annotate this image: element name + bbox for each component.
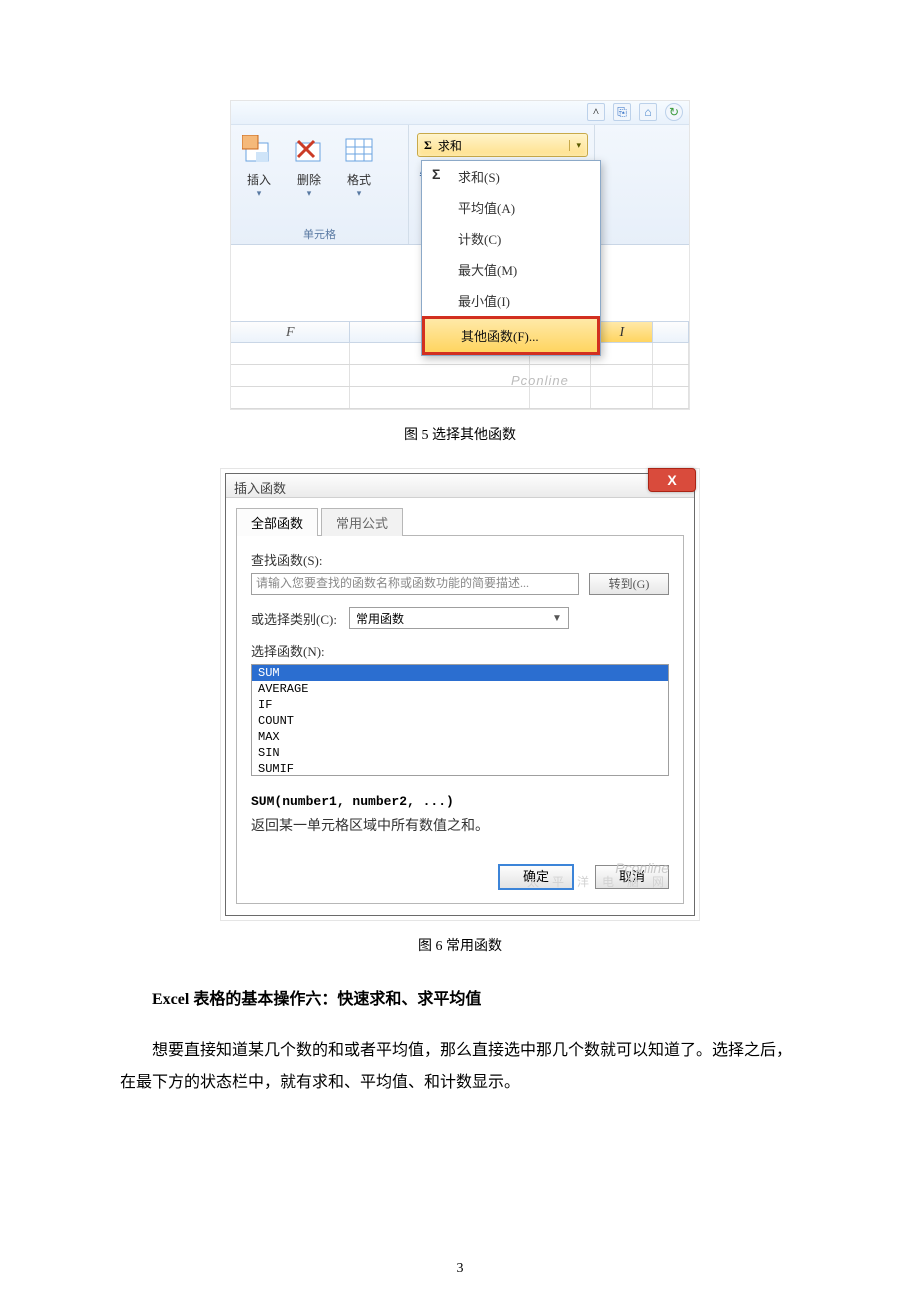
refresh-icon: ↻ bbox=[665, 103, 683, 121]
select-function-label: 选择函数(N): bbox=[251, 641, 669, 660]
menu-item-max[interactable]: 最大值(M) bbox=[422, 254, 600, 285]
goto-button[interactable]: 转到(G) bbox=[589, 573, 669, 595]
cells-group-label: 单元格 bbox=[235, 224, 404, 244]
autosum-split-button[interactable]: Σ 求和 ▾ bbox=[417, 133, 588, 157]
list-item[interactable]: IF bbox=[252, 697, 668, 713]
figure-6-screenshot: X 插入函数 全部函数 常用公式 查找函数(S): 请输入您要查找的函数名称或函… bbox=[220, 468, 700, 921]
tab-all-functions[interactable]: 全部函数 bbox=[236, 508, 318, 536]
watermark: Pconline bbox=[511, 373, 569, 388]
close-button[interactable]: X bbox=[648, 468, 696, 492]
menu-item-sum[interactable]: Σ 求和(S) bbox=[422, 161, 600, 192]
search-label: 查找函数(S): bbox=[251, 550, 669, 569]
function-description: 返回某一单元格区域中所有数值之和。 bbox=[251, 815, 669, 835]
figure-6-caption: 图 6 常用函数 bbox=[120, 935, 800, 955]
dialog-title: 插入函数 bbox=[226, 474, 694, 498]
list-item[interactable]: SUMIF bbox=[252, 761, 668, 776]
sigma-icon: Σ bbox=[432, 166, 440, 182]
autosum-label: 求和 bbox=[438, 137, 570, 154]
list-item[interactable]: SUM bbox=[252, 665, 668, 681]
function-listbox[interactable]: SUM AVERAGE IF COUNT MAX SIN SUMIF bbox=[251, 664, 669, 776]
figure-5-caption: 图 5 选择其他函数 bbox=[120, 424, 800, 444]
search-input[interactable]: 请输入您要查找的函数名称或函数功能的简要描述... bbox=[251, 573, 579, 595]
section-heading: Excel 表格的基本操作六：快速求和、求平均值 bbox=[120, 985, 800, 1009]
list-item[interactable]: MAX bbox=[252, 729, 668, 745]
figure-5-screenshot: ^ ⎘ ⌂ ↻ 插入 ▾ 删除 ▾ bbox=[230, 100, 690, 410]
function-signature: SUM(number1, number2, ...) bbox=[251, 794, 669, 809]
delete-label: 删除 bbox=[285, 171, 333, 188]
menu-item-more-functions[interactable]: 其他函数(F)... bbox=[422, 316, 600, 355]
insert-label: 插入 bbox=[235, 171, 283, 188]
insert-function-dialog: X 插入函数 全部函数 常用公式 查找函数(S): 请输入您要查找的函数名称或函… bbox=[225, 473, 695, 916]
format-button[interactable]: 格式 ▾ bbox=[335, 129, 383, 199]
paste-icon: ⎘ bbox=[613, 103, 631, 121]
format-label: 格式 bbox=[335, 171, 383, 188]
body-paragraph: 想要直接知道某几个数的和或者平均值，那么直接选中那几个数就可以知道了。选择之后，… bbox=[120, 1035, 800, 1099]
menu-item-average[interactable]: 平均值(A) bbox=[422, 192, 600, 223]
home-icon: ⌂ bbox=[639, 103, 657, 121]
category-combo[interactable]: 常用函数 ▼ bbox=[349, 607, 569, 629]
insert-button[interactable]: 插入 ▾ bbox=[235, 129, 283, 199]
menu-item-min[interactable]: 最小值(I) bbox=[422, 285, 600, 316]
chevron-down-icon: ▼ bbox=[552, 613, 562, 624]
delete-button[interactable]: 删除 ▾ bbox=[285, 129, 333, 199]
menu-label: 求和(S) bbox=[458, 170, 500, 185]
tab-panel: 查找函数(S): 请输入您要查找的函数名称或函数功能的简要描述... 转到(G)… bbox=[236, 535, 684, 904]
chevron-down-icon[interactable]: ▾ bbox=[569, 140, 587, 151]
list-item[interactable]: SIN bbox=[252, 745, 668, 761]
list-item[interactable]: COUNT bbox=[252, 713, 668, 729]
autosum-dropdown: Σ 求和(S) 平均值(A) 计数(C) 最大值(M) 最小值(I) 其他函数(… bbox=[421, 160, 601, 356]
category-value: 常用函数 bbox=[356, 610, 404, 627]
sigma-icon: Σ bbox=[418, 138, 438, 153]
caret-up-icon: ^ bbox=[587, 103, 605, 121]
tab-common-formula[interactable]: 常用公式 bbox=[321, 508, 403, 536]
page-number: 3 bbox=[0, 1261, 920, 1277]
menu-item-count[interactable]: 计数(C) bbox=[422, 223, 600, 254]
category-label: 或选择类别(C): bbox=[251, 609, 337, 628]
watermark-2: 太 平 洋 电 脑 网 bbox=[527, 873, 669, 890]
list-item[interactable]: AVERAGE bbox=[252, 681, 668, 697]
col-header-f[interactable]: F bbox=[231, 322, 350, 342]
